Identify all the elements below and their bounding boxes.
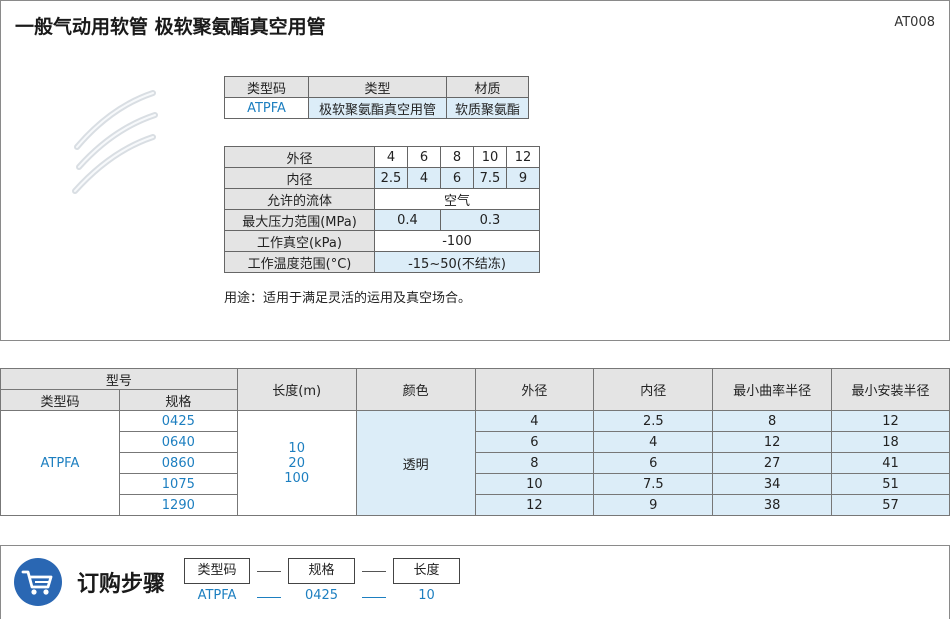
install-cell: 12 (831, 410, 950, 432)
id-label: 内径 (224, 167, 375, 189)
od-label: 外径 (224, 146, 375, 168)
install-cell: 41 (831, 452, 950, 474)
pressure-label: 最大压力范围(MPa) (224, 209, 375, 231)
material-value: 软质聚氨酯 (446, 97, 529, 119)
bend-cell: 12 (712, 431, 833, 453)
order-steps-panel: 订购步骤 类型码 规格 长度 ATPFA 0425 10 (0, 545, 950, 619)
bend-cell: 34 (712, 473, 833, 495)
type-code-cell: ATPFA (0, 410, 120, 516)
vacuum-label: 工作真空(kPa) (224, 230, 375, 252)
id-cell: 2.5 (374, 167, 408, 189)
fluid-label: 允许的流体 (224, 188, 375, 210)
length-header: 长度(m) (236, 368, 357, 411)
spec-cell: 0425 (118, 410, 238, 432)
usage-note: 用途：适用于满足灵活的运用及真空场合。 (224, 291, 472, 306)
spec-table: 外径 4 6 8 10 12 内径 2.5 4 6 7.5 9 允许的流体 空气… (224, 146, 540, 273)
spec-cell: 1290 (118, 494, 238, 516)
spec-cell: 0640 (118, 431, 238, 453)
od-cell: 6 (474, 431, 595, 453)
step-type-code: 类型码 (184, 558, 250, 584)
install-cell: 51 (831, 473, 950, 495)
od-cell: 12 (506, 146, 540, 168)
install-cell: 57 (831, 494, 950, 516)
min-bend-radius-header: 最小曲率半径 (712, 368, 833, 411)
step-connector (257, 571, 281, 572)
od-cell: 10 (473, 146, 507, 168)
od-cell: 6 (407, 146, 441, 168)
od-cell: 8 (440, 146, 474, 168)
temperature-label: 工作温度范围(°C) (224, 251, 375, 273)
od-header: 外径 (474, 368, 595, 411)
shopping-cart-icon (14, 558, 62, 606)
id-header: 内径 (593, 368, 714, 411)
pressure-value: 0.3 (440, 209, 540, 231)
pressure-value: 0.4 (374, 209, 441, 231)
bend-cell: 8 (712, 410, 833, 432)
length-value: 100 (284, 470, 310, 486)
od-cell: 8 (474, 452, 595, 474)
type-code-value: ATPFA (224, 97, 309, 119)
min-install-radius-header: 最小安装半径 (831, 368, 950, 411)
spec-cell: 0860 (118, 452, 238, 474)
type-code-header: 类型码 (0, 389, 120, 411)
example-connector (362, 597, 386, 598)
type-header: 类型 (308, 76, 447, 98)
step-spec: 规格 (288, 558, 355, 584)
length-value: 20 (288, 455, 305, 471)
vacuum-value: -100 (374, 230, 540, 252)
id-cell: 9 (593, 494, 714, 516)
temperature-value: -15~50(不结冻) (374, 251, 540, 273)
type-code-header: 类型码 (224, 76, 309, 98)
install-cell: 18 (831, 431, 950, 453)
od-cell: 4 (374, 146, 408, 168)
example-length: 10 (418, 588, 435, 603)
od-cell: 4 (474, 410, 595, 432)
example-connector (257, 597, 281, 598)
id-cell: 6 (440, 167, 474, 189)
length-cell: 10 20 100 (236, 410, 357, 516)
step-length: 长度 (393, 558, 460, 584)
id-cell: 9 (506, 167, 540, 189)
material-header: 材质 (446, 76, 529, 98)
id-cell: 2.5 (593, 410, 714, 432)
od-cell: 12 (474, 494, 595, 516)
page-title: 一般气动用软管 极软聚氨酯真空用管 (15, 16, 326, 38)
color-cell: 透明 (355, 410, 476, 516)
od-cell: 10 (474, 473, 595, 495)
id-cell: 4 (593, 431, 714, 453)
fluid-value: 空气 (374, 188, 540, 210)
length-value: 10 (288, 440, 305, 456)
product-info-panel: 一般气动用软管 极软聚氨酯真空用管 AT008 类型码 类型 材质 ATPFA … (0, 0, 950, 341)
spec-header: 规格 (118, 389, 238, 411)
bend-cell: 27 (712, 452, 833, 474)
bend-cell: 38 (712, 494, 833, 516)
id-cell: 6 (593, 452, 714, 474)
example-type-code: ATPFA (197, 588, 237, 603)
id-cell: 7.5 (593, 473, 714, 495)
spec-cell: 1075 (118, 473, 238, 495)
type-table: 类型码 类型 材质 ATPFA 极软聚氨酯真空用管 软质聚氨酯 (224, 76, 529, 119)
model-header: 型号 (0, 368, 238, 390)
id-cell: 7.5 (473, 167, 507, 189)
type-value: 极软聚氨酯真空用管 (308, 97, 447, 119)
example-spec: 0425 (304, 588, 339, 603)
id-cell: 4 (407, 167, 441, 189)
color-header: 颜色 (355, 368, 476, 411)
product-table: 型号 长度(m) 颜色 外径 内径 最小曲率半径 最小安装半径 类型码 规格 A… (0, 368, 950, 516)
product-code: AT008 (894, 15, 935, 30)
order-title: 订购步骤 (77, 572, 166, 597)
tube-illustration (72, 90, 158, 194)
step-connector (362, 571, 386, 572)
